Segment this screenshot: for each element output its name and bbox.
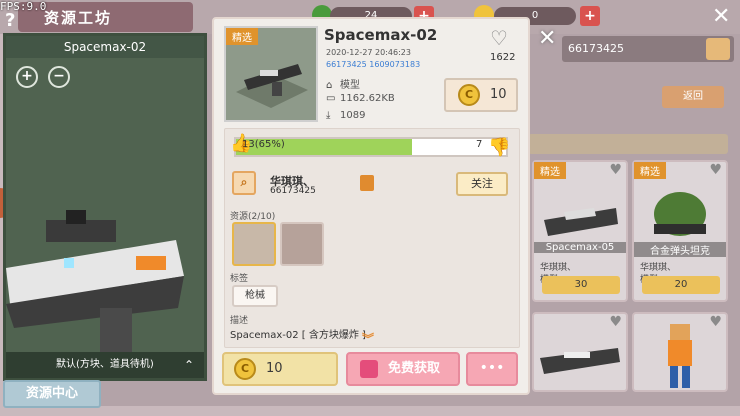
heart-icon[interactable]: ♥ (609, 314, 622, 330)
expand-icon[interactable]: ︾ (362, 330, 374, 347)
animation-selector[interactable]: 默认(方块、道具待机) ⌃ (6, 352, 204, 378)
search-author-icon[interactable]: ⌕ (232, 171, 256, 195)
asset-thumbnail (544, 208, 618, 236)
asset-card[interactable]: 精选 ♥ 合金弹头坦克 华琪琪、 模型 20 (632, 160, 728, 302)
asset-title: Spacemax-02 (324, 26, 438, 44)
tag-chip[interactable]: 枪械 (232, 285, 278, 307)
chevron-up-icon[interactable]: ⌃ (184, 352, 194, 378)
downvote-count: 7 (476, 139, 483, 150)
return-button[interactable]: 返回 (662, 86, 724, 108)
asset-thumbnail: 精选 (224, 26, 318, 122)
add-coin-button[interactable]: + (580, 6, 600, 26)
author-id: 66173425 (270, 186, 316, 196)
asset-downloads: 1089 (340, 110, 366, 121)
asset-name: Spacemax-05 (534, 242, 626, 253)
gift-icon (360, 360, 378, 378)
zoom-in-icon[interactable]: + (16, 66, 38, 88)
asset-size: 1162.62KB (340, 93, 395, 104)
coin-icon: C (234, 358, 256, 380)
description-label: 描述 (230, 316, 249, 326)
resources-label: 资源(2/10) (230, 212, 276, 222)
asset-price[interactable]: 20 (642, 276, 720, 294)
buy-price: 10 (266, 361, 283, 376)
heart-icon[interactable]: ♥ (709, 162, 722, 178)
favorite-count: 1622 (490, 52, 516, 63)
asset-card[interactable]: ♥ (632, 312, 728, 392)
download-icon: ⤓ (326, 110, 331, 121)
coin-icon: C (458, 84, 480, 106)
zoom-out-icon[interactable]: − (48, 66, 70, 88)
asset-ids[interactable]: 66173425 1609073183 (326, 60, 420, 69)
asset-thumbnail (540, 348, 620, 374)
asset-card[interactable]: 精选 ♥ Spacemax-05 华琪琪、 模型 30 (532, 160, 628, 302)
close-icon[interactable]: ✕ (538, 26, 556, 51)
more-options-button[interactable]: ••• (466, 352, 518, 386)
app-close-icon[interactable]: ✕ (712, 4, 730, 29)
asset-type-row: ⌂ 模型 (326, 76, 360, 91)
price-button[interactable]: C 10 (444, 78, 518, 112)
model-render (6, 210, 184, 358)
model-preview-panel[interactable]: Spacemax-02 + − 默认(方块、道具待机) ⌃ (3, 33, 207, 381)
preview-title: Spacemax-02 (6, 36, 204, 58)
search-button[interactable] (706, 38, 730, 60)
resource-thumbnail[interactable] (280, 222, 324, 266)
asset-price[interactable]: 30 (542, 276, 620, 294)
asset-size-row: ▭ 1162.62KB (326, 93, 395, 104)
free-get-label: 免费获取 (388, 361, 441, 376)
asset-thumbnail (668, 324, 692, 388)
buy-button[interactable]: C 10 (222, 352, 338, 386)
description-text: Spacemax-02 [ 含方块爆炸 ] (230, 330, 366, 341)
app-title: 资源工坊 (44, 9, 113, 27)
document-icon[interactable] (360, 175, 374, 191)
thumbs-down-icon[interactable]: 👎 (488, 137, 510, 158)
heart-icon[interactable]: ♡ (490, 26, 508, 50)
model-icon: ⌂ (326, 80, 333, 91)
tags-label: 标签 (230, 274, 249, 284)
featured-tag: 精选 (534, 162, 566, 179)
upvote-count: 13(65%) (242, 139, 285, 150)
asset-date: 2020-12-27 20:46:23 (326, 48, 411, 57)
asset-card[interactable]: ♥ (532, 312, 628, 392)
asset-downloads-row: ⤓ 1089 (326, 110, 365, 121)
help-icon[interactable]: ? (5, 10, 15, 31)
featured-tag: 精选 (226, 28, 258, 45)
price-value: 10 (490, 87, 507, 102)
asset-thumbnail (654, 192, 706, 236)
featured-tag: 精选 (634, 162, 666, 179)
asset-type: 模型 (340, 80, 360, 91)
filter-dropdown[interactable] (528, 134, 728, 154)
asset-name: 合金弹头坦克 (634, 242, 726, 257)
animation-label: 默认(方块、道具待机) (56, 359, 154, 370)
resource-thumbnail[interactable] (232, 222, 276, 266)
follow-button[interactable]: 关注 (456, 172, 508, 196)
folder-icon: ▭ (326, 93, 336, 104)
resource-center-tab[interactable]: 资源中心 (3, 380, 101, 408)
heart-icon[interactable]: ♥ (609, 162, 622, 178)
